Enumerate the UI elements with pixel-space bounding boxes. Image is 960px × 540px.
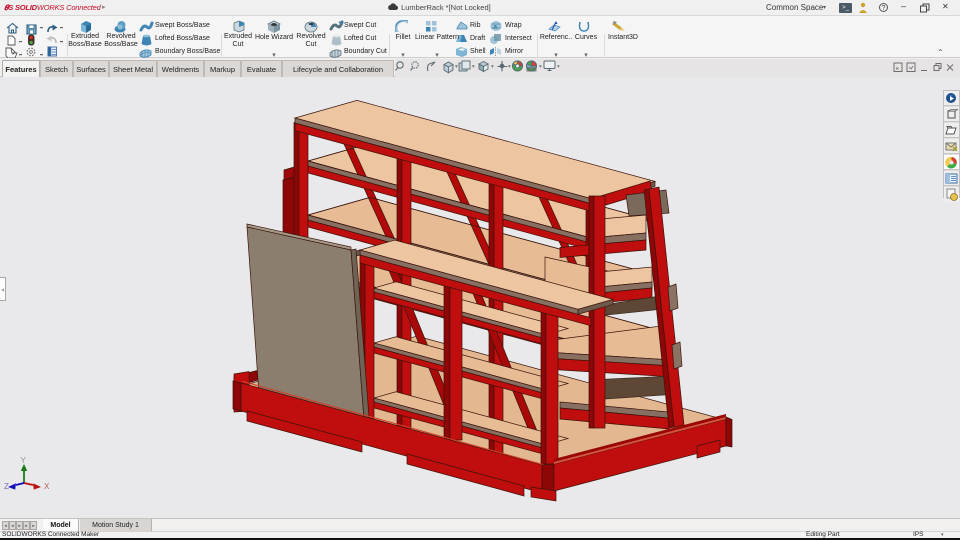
svg-text:Y: Y [21, 456, 27, 465]
svg-text:▾: ▾ [539, 64, 542, 70]
svg-text:▾: ▾ [557, 64, 560, 70]
svg-text:▾: ▾ [508, 64, 511, 70]
svg-text:▾: ▾ [491, 64, 494, 70]
svg-text:X: X [44, 482, 50, 491]
svg-text:▾: ▾ [455, 64, 458, 70]
svg-text:▾: ▾ [472, 64, 475, 70]
svg-text:Z: Z [4, 482, 9, 491]
